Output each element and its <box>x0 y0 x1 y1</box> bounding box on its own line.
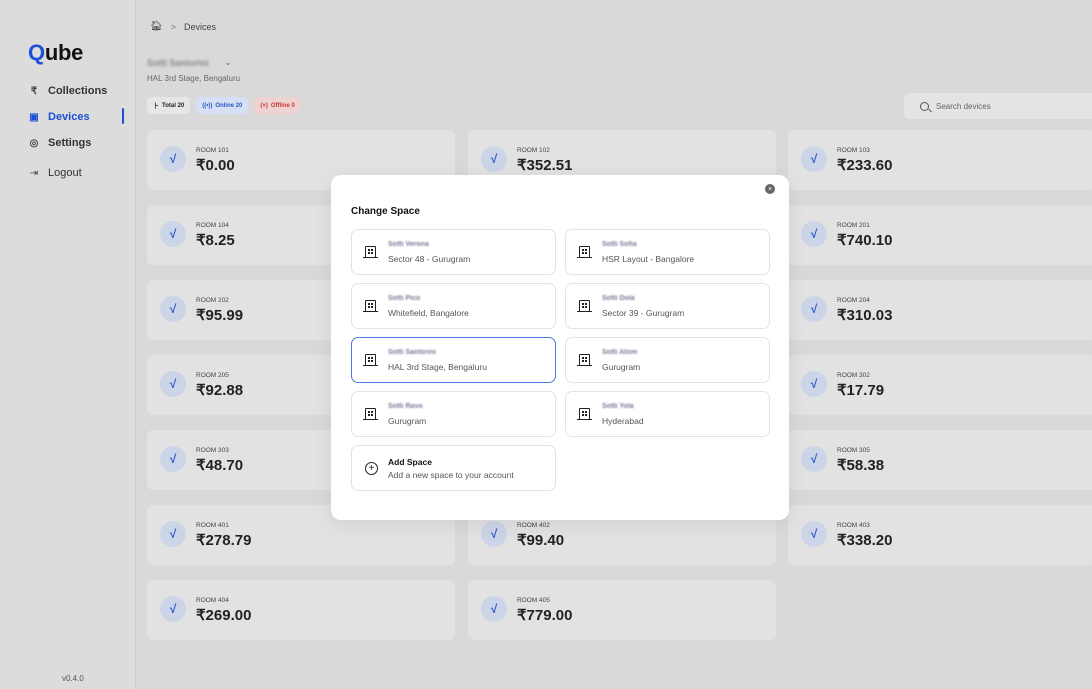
space-option-location: Sector 48 - Gurugram <box>388 254 471 264</box>
space-option-location: Gurugram <box>388 416 427 426</box>
close-icon[interactable]: × <box>765 184 775 194</box>
space-option[interactable]: Sotti Ravo Gurugram <box>351 391 556 437</box>
space-option-location: Whitefield, Bangalore <box>388 308 469 318</box>
add-space-title: Add Space <box>388 457 432 467</box>
building-icon <box>577 354 592 367</box>
space-option-location: HSR Layout - Bangalore <box>602 254 695 264</box>
space-option-location: Gurugram <box>602 362 641 372</box>
building-icon <box>363 300 378 313</box>
space-option-location: Hyderabad <box>602 416 644 426</box>
space-option[interactable]: Sotti Yola Hyderabad <box>565 391 770 437</box>
space-option[interactable]: Sotti Atom Gurugram <box>565 337 770 383</box>
space-option-name: Sotti Atom <box>602 349 638 356</box>
space-option-name: Sotti Yola <box>602 403 634 410</box>
building-icon <box>577 246 592 259</box>
space-option-name: Sotti Pico <box>388 295 421 302</box>
space-option-name: Sotti Santorini <box>388 349 436 356</box>
add-circle-icon: + <box>365 462 378 475</box>
building-icon <box>363 354 378 367</box>
space-option[interactable]: Sotti Santorini HAL 3rd Stage, Bengaluru <box>351 337 556 383</box>
building-icon <box>577 408 592 421</box>
space-option-location: Sector 39 - Gurugram <box>602 308 685 318</box>
building-icon <box>363 246 378 259</box>
space-option[interactable]: Sotti Sofia HSR Layout - Bangalore <box>565 229 770 275</box>
space-option[interactable]: Sotti Dola Sector 39 - Gurugram <box>565 283 770 329</box>
space-option-name: Sotti Ravo <box>388 403 423 410</box>
modal-title: Change Space <box>351 206 420 217</box>
space-option-name: Sotti Dola <box>602 295 635 302</box>
space-option[interactable]: Sotti Pico Whitefield, Bangalore <box>351 283 556 329</box>
building-icon <box>363 408 378 421</box>
space-option-name: Sotti Sofia <box>602 241 637 248</box>
add-space-subtitle: Add a new space to your account <box>388 470 514 480</box>
change-space-modal: Change Space × Sotti Verona Sector 48 - G… <box>331 175 789 520</box>
space-option-location: HAL 3rd Stage, Bengaluru <box>388 362 487 372</box>
add-space-button[interactable]: + Add Space Add a new space to your acco… <box>351 445 556 491</box>
space-option-name: Sotti Verona <box>388 241 429 248</box>
building-icon <box>577 300 592 313</box>
space-option[interactable]: Sotti Verona Sector 48 - Gurugram <box>351 229 556 275</box>
